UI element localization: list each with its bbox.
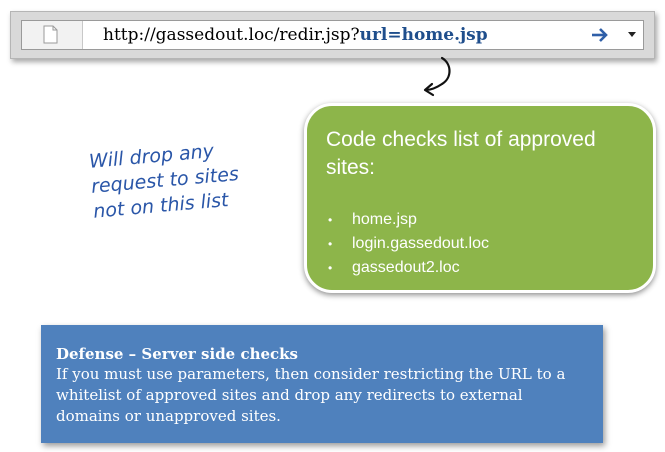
url-parameter: url=home.jsp [359, 25, 488, 45]
bullet: • [328, 237, 333, 251]
defense-body: If you must use parameters, then conside… [56, 365, 566, 425]
approved-sites-callout: Code checks list of approved sites: • hom… [304, 103, 656, 293]
address-field[interactable]: http://gassedout.loc/redir.jsp?url=home.… [21, 20, 644, 50]
list-item: • login.gassedout.loc [326, 232, 489, 256]
list-item-label: gassedout2.loc [352, 259, 460, 276]
approved-sites-list: • home.jsp • login.gassedout.loc • gassedou… [326, 208, 489, 280]
page-icon-box [22, 21, 83, 49]
curved-arrow-icon [423, 56, 451, 97]
list-item: • gassedout2.loc [326, 256, 489, 280]
list-item: • home.jsp [326, 208, 489, 232]
handwritten-note: Will drop any request to sites not on th… [88, 133, 294, 225]
page-icon [43, 25, 58, 44]
url-prefix: http://gassedout.loc/redir.jsp? [103, 25, 360, 45]
list-item-label: home.jsp [352, 211, 417, 228]
browser-address-bar: http://gassedout.loc/redir.jsp?url=home.… [10, 11, 655, 59]
url-text[interactable]: http://gassedout.loc/redir.jsp?url=home.… [103, 24, 488, 46]
defense-title: Defense – Server side checks [56, 345, 298, 363]
list-item-label: login.gassedout.loc [352, 235, 489, 252]
bullet: • [328, 213, 333, 227]
defense-box: Defense – Server side checks If you must… [41, 325, 603, 443]
callout-title: Code checks list of approved sites: [326, 128, 596, 179]
chevron-down-icon[interactable] [628, 32, 636, 37]
arrow-right-icon[interactable] [590, 25, 610, 45]
bullet: • [328, 261, 333, 275]
